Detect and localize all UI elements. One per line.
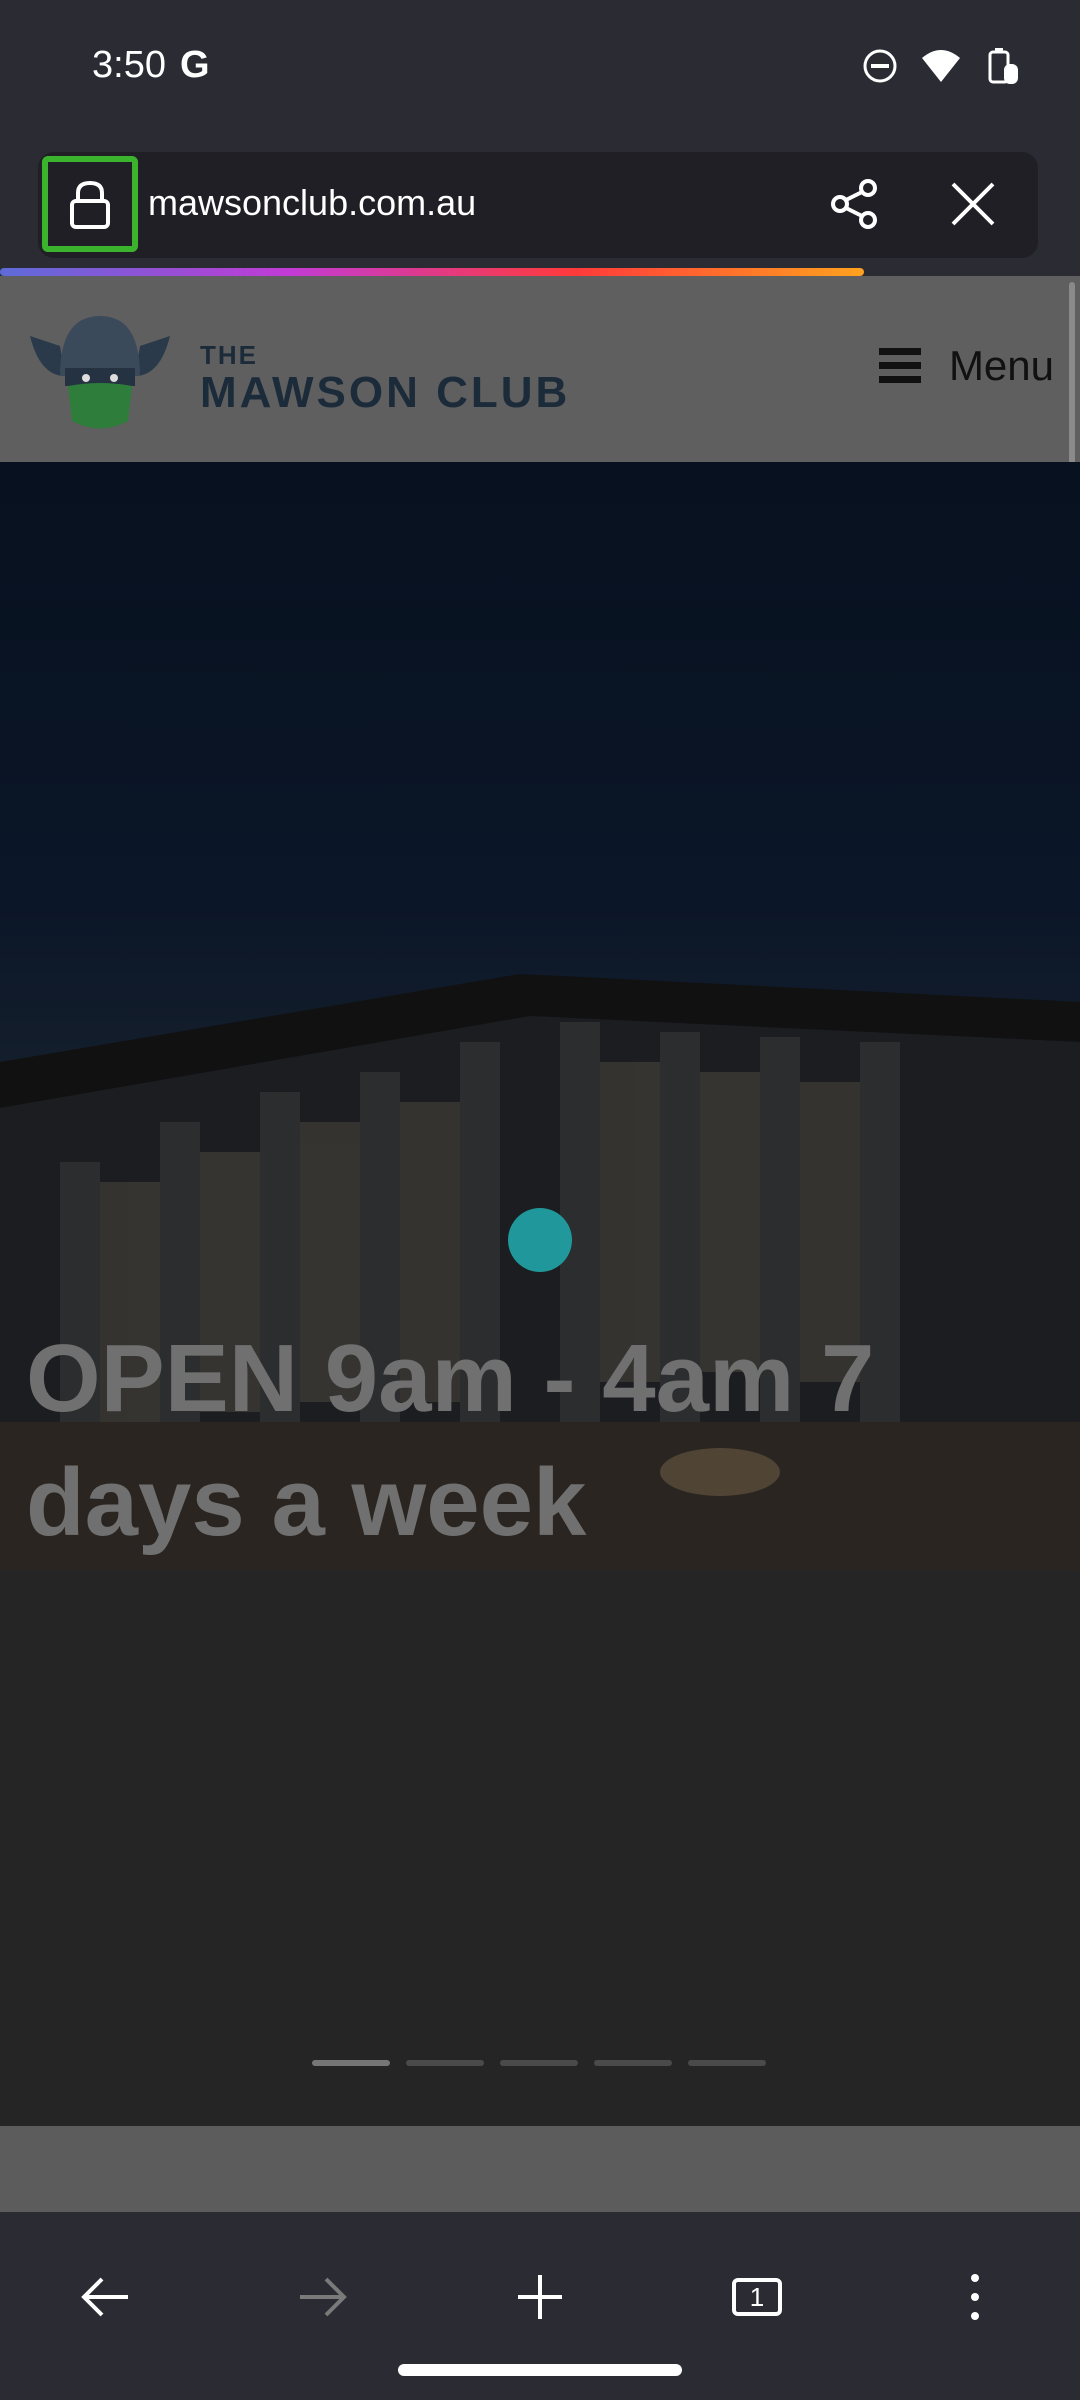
plus-icon bbox=[518, 2275, 562, 2319]
new-tab-button[interactable] bbox=[495, 2252, 585, 2342]
status-bar: 3:50 G bbox=[0, 0, 1080, 140]
site-header: THE MAWSON CLUB Menu bbox=[0, 276, 1080, 462]
share-icon bbox=[831, 179, 877, 229]
brand-prefix: THE bbox=[200, 340, 258, 370]
slider-area bbox=[0, 1570, 1080, 2126]
viking-logo[interactable] bbox=[20, 306, 180, 436]
brand-name: MAWSON CLUB bbox=[200, 368, 571, 417]
back-arrow-icon bbox=[81, 2277, 128, 2317]
hamburger-icon bbox=[878, 348, 921, 384]
hero-banner[interactable]: OPEN 9am - 4am 7 days a week bbox=[0, 462, 1080, 1570]
site-security-button[interactable] bbox=[42, 156, 138, 252]
slider-dot-3[interactable] bbox=[500, 2060, 578, 2066]
hero-title: OPEN 9am - 4am 7 days a week bbox=[26, 1325, 875, 1556]
viking-logo-icon bbox=[30, 316, 170, 429]
wifi-icon bbox=[922, 50, 960, 82]
url-bar[interactable]: mawsonclub.com.au bbox=[38, 152, 1038, 258]
forward-button[interactable] bbox=[278, 2252, 368, 2342]
more-button[interactable] bbox=[930, 2252, 1020, 2342]
home-indicator[interactable] bbox=[398, 2364, 682, 2376]
slider-pagination bbox=[312, 2060, 766, 2066]
menu-label: Menu bbox=[948, 342, 1054, 389]
lock-icon bbox=[70, 180, 110, 229]
share-button[interactable] bbox=[824, 174, 884, 234]
close-button[interactable] bbox=[943, 174, 1003, 234]
slider-dot-5[interactable] bbox=[688, 2060, 766, 2066]
slider-dot-2[interactable] bbox=[406, 2060, 484, 2066]
forward-arrow-icon bbox=[300, 2277, 347, 2317]
page-footer-strip bbox=[0, 2126, 1080, 2212]
status-time: 3:50 bbox=[92, 44, 166, 86]
google-icon: G bbox=[180, 44, 210, 86]
tab-count-icon: 1 bbox=[732, 2278, 782, 2316]
browser-bottom-nav: 1 bbox=[0, 2212, 1080, 2400]
slider-dot-4[interactable] bbox=[594, 2060, 672, 2066]
slider-dot-1[interactable] bbox=[312, 2060, 390, 2066]
more-vertical-icon bbox=[971, 2274, 979, 2320]
touch-indicator bbox=[508, 1208, 572, 1272]
page-load-progress bbox=[0, 268, 864, 276]
menu-button[interactable]: Menu bbox=[878, 342, 1054, 390]
tab-count: 1 bbox=[749, 2281, 765, 2312]
do-not-disturb-icon bbox=[863, 49, 897, 83]
close-icon bbox=[951, 182, 995, 226]
status-icons bbox=[862, 46, 1020, 86]
tabs-button[interactable]: 1 bbox=[712, 2252, 802, 2342]
battery-icon bbox=[988, 48, 1018, 84]
back-button[interactable] bbox=[60, 2252, 150, 2342]
url-text[interactable]: mawsonclub.com.au bbox=[148, 182, 476, 224]
